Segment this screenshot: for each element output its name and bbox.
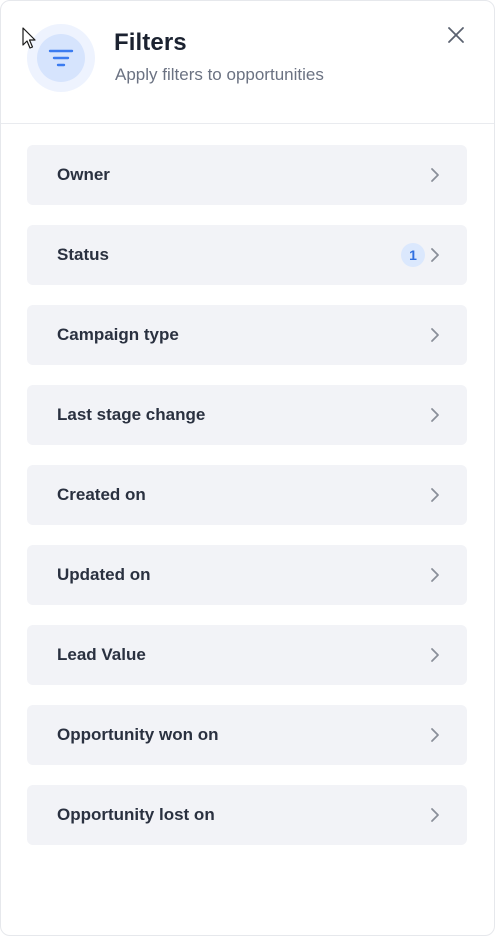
- chevron-right-icon: [431, 488, 439, 502]
- close-icon: [448, 27, 464, 43]
- filter-item-last-stage-change[interactable]: Last stage change: [27, 385, 467, 445]
- chevron-right-icon: [431, 328, 439, 342]
- chevron-right-icon: [431, 808, 439, 822]
- chevron-right-icon: [431, 168, 439, 182]
- filter-item-label: Opportunity won on: [57, 725, 219, 744]
- active-count-badge: 1: [401, 243, 425, 267]
- filter-item-label: Last stage change: [57, 405, 206, 424]
- filter-item-opportunity-won-on[interactable]: Opportunity won on: [27, 705, 467, 765]
- filter-item-label: Opportunity lost on: [57, 805, 215, 824]
- filters-panel: Filters Apply filters to opportunities O…: [0, 0, 495, 936]
- chevron-right-icon: [431, 648, 439, 662]
- filter-icon: [37, 34, 85, 82]
- filter-item-label: Status: [57, 245, 109, 264]
- panel-header: Filters Apply filters to opportunities: [1, 1, 494, 124]
- panel-title: Filters: [114, 29, 187, 56]
- filter-list: Owner Status 1 Campaign type Last stage …: [27, 145, 467, 865]
- filter-item-updated-on[interactable]: Updated on: [27, 545, 467, 605]
- panel-subtitle: Apply filters to opportunities: [115, 65, 324, 84]
- filter-item-campaign-type[interactable]: Campaign type: [27, 305, 467, 365]
- close-button[interactable]: [444, 23, 468, 47]
- filter-item-created-on[interactable]: Created on: [27, 465, 467, 525]
- filter-item-label: Owner: [57, 165, 110, 184]
- filter-item-label: Campaign type: [57, 325, 179, 344]
- filter-item-lead-value[interactable]: Lead Value: [27, 625, 467, 685]
- filter-item-label: Lead Value: [57, 645, 146, 664]
- filter-item-label: Created on: [57, 485, 146, 504]
- mouse-pointer-icon: [22, 27, 36, 49]
- filter-item-status[interactable]: Status 1: [27, 225, 467, 285]
- filter-item-label: Updated on: [57, 565, 151, 584]
- chevron-right-icon: [431, 248, 439, 262]
- chevron-right-icon: [431, 408, 439, 422]
- chevron-right-icon: [431, 568, 439, 582]
- chevron-right-icon: [431, 728, 439, 742]
- filter-item-owner[interactable]: Owner: [27, 145, 467, 205]
- filter-item-opportunity-lost-on[interactable]: Opportunity lost on: [27, 785, 467, 845]
